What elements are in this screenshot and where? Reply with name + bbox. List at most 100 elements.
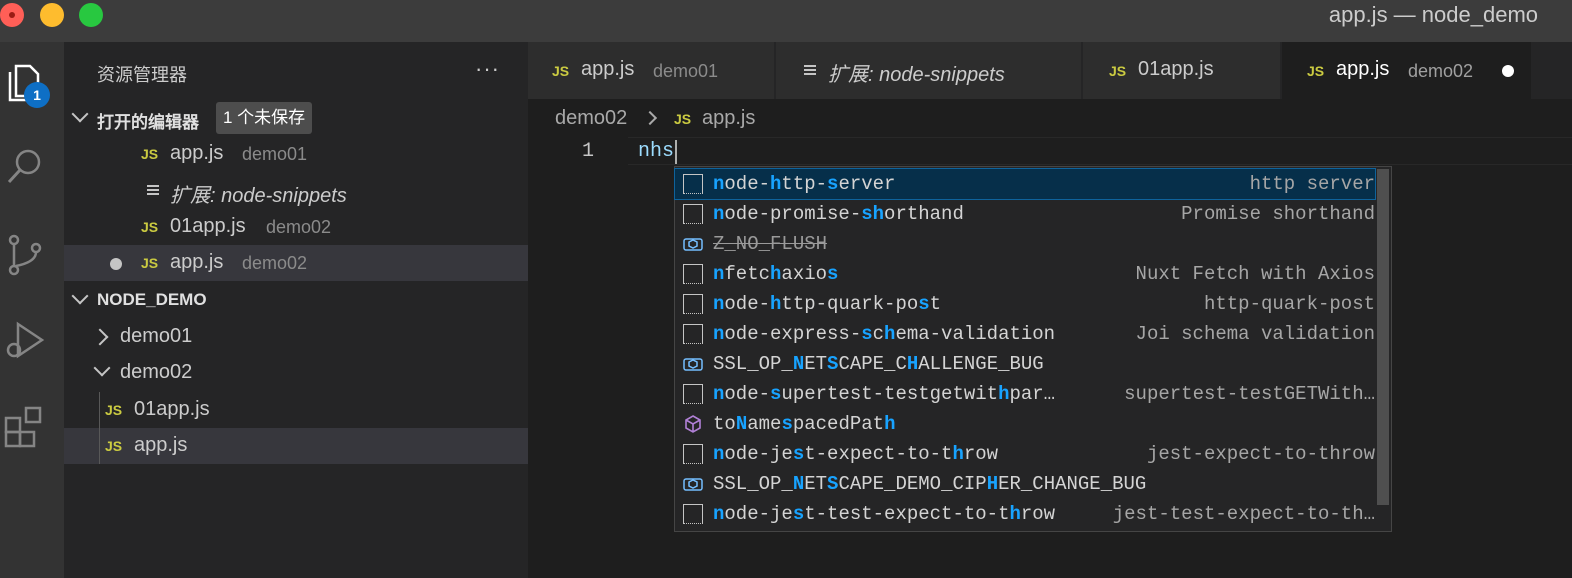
suggestion-label: node-supertest-testgetwithpar… [713, 383, 1056, 405]
snippet-icon [683, 264, 703, 284]
sidebar-title: 资源管理器 [97, 65, 187, 85]
extension-doc-icon [804, 65, 816, 77]
line-number: 1 [582, 140, 595, 163]
js-file-icon: JS [141, 146, 159, 162]
folder-item-demo01[interactable]: demo01 [64, 319, 528, 355]
chevron-down-icon [71, 105, 89, 123]
tab-label: 扩展: node-snippets [828, 64, 1005, 86]
file-folder: demo02 [242, 253, 308, 273]
suggestion-detail: jest-test-expect-to-th… [1112, 503, 1375, 525]
file-name: app.js [134, 434, 188, 456]
open-editor-item[interactable]: JS 01app.js demo02 [64, 209, 528, 245]
suggestion-item[interactable]: node-supertest-testgetwithpar… supertest-… [675, 379, 1375, 409]
breadcrumb-file[interactable]: app.js [702, 107, 755, 130]
snippet-icon [683, 384, 703, 404]
js-file-icon: JS [105, 438, 123, 454]
snippet-icon [683, 504, 703, 524]
chevron-right-icon [642, 110, 658, 126]
unsaved-dot-icon[interactable] [1502, 65, 1514, 77]
window-title: app.js — node_demo [1328, 2, 1538, 27]
title-bar: app.js — node_demo [0, 0, 1572, 42]
suggestion-item[interactable]: toNamespacedPath [675, 409, 1375, 439]
tab-app-demo01[interactable]: JS app.js demo01 [528, 42, 775, 99]
suggestion-item[interactable]: node-http-server http server [674, 168, 1376, 200]
suggestion-label: toNamespacedPath [713, 413, 896, 435]
tab-extension-node-snippets[interactable]: 扩展: node-snippets [776, 42, 1082, 99]
tab-01app[interactable]: JS 01app.js [1083, 42, 1281, 99]
file-folder: demo02 [266, 217, 332, 237]
tab-label: app.js [581, 58, 635, 80]
js-file-icon: JS [1109, 63, 1127, 79]
extension-doc-icon [147, 185, 159, 197]
suggestion-label: node-express-schema-validation [713, 323, 1056, 345]
suggestion-label: node-jest-expect-to-throw [713, 443, 999, 465]
suggestion-item[interactable]: SSL_OP_NETSCAPE_DEMO_CIPHER_CHANGE_BUG [675, 469, 1375, 499]
snippet-icon [683, 324, 703, 344]
chevron-down-icon [93, 359, 111, 377]
breadcrumb-folder[interactable]: demo02 [555, 107, 627, 130]
suggestion-item[interactable]: node-jest-test-expect-to-throw jest-test-… [675, 499, 1375, 529]
suggestion-detail: http-quark-post [1203, 293, 1375, 315]
js-file-icon: JS [552, 63, 570, 79]
suggestion-item[interactable]: node-promise-shorthand Promise shorthand [675, 199, 1375, 229]
open-editor-item[interactable]: JS app.js demo02 [64, 245, 528, 281]
constant-icon [683, 234, 703, 254]
maximize-window-button[interactable] [79, 3, 103, 27]
folder-name: demo02 [120, 361, 193, 383]
unsaved-dot-icon[interactable] [110, 258, 122, 270]
suggestion-label: node-promise-shorthand [713, 203, 964, 225]
tab-label: 01app.js [1138, 58, 1214, 80]
file-folder: demo01 [242, 144, 308, 164]
run-debug-icon[interactable] [4, 318, 48, 364]
indent-guide [99, 392, 100, 464]
explorer-sidebar: 资源管理器 ··· 打开的编辑器 1 个未保存 JS app.js demo01… [64, 42, 528, 578]
suggestion-detail: jest-expect-to-throw [1146, 443, 1375, 465]
suggestion-detail: Promise shorthand [1181, 203, 1375, 225]
minimize-window-button[interactable] [40, 3, 64, 27]
chevron-down-icon [71, 287, 89, 305]
unsaved-badge: 1 个未保存 [216, 102, 313, 134]
tab-app-demo02[interactable]: JS app.js demo02 [1282, 42, 1532, 99]
method-icon [683, 414, 703, 434]
suggestion-item[interactable]: node-jest-expect-to-throw jest-expect-to-… [675, 439, 1375, 469]
suggestion-scrollbar[interactable] [1377, 169, 1389, 505]
snippet-icon [683, 174, 703, 194]
suggestion-detail: supertest-testGETWith… [1124, 383, 1375, 405]
snippet-icon [683, 204, 703, 224]
tab-label: app.js [1336, 58, 1390, 80]
open-editor-item[interactable]: 扩展: node-snippets [64, 173, 528, 209]
suggestion-detail: http server [1249, 173, 1375, 195]
extensions-icon[interactable] [4, 404, 48, 450]
search-icon[interactable] [4, 144, 48, 190]
tab-description: demo02 [1408, 61, 1474, 81]
suggestion-label: node-jest-test-expect-to-throw [713, 503, 1056, 525]
open-editors-title: 打开的编辑器 [97, 113, 199, 132]
suggestion-item[interactable]: SSL_OP_NETSCAPE_CHALLENGE_BUG [675, 349, 1375, 379]
file-name: app.js [170, 251, 224, 273]
suggestion-label: SSL_OP_NETSCAPE_DEMO_CIPHER_CHANGE_BUG [713, 473, 1147, 495]
open-editors-section[interactable]: 打开的编辑器 1 个未保存 [64, 100, 528, 136]
chevron-right-icon [91, 328, 109, 346]
file-item[interactable]: JS 01app.js [64, 392, 528, 428]
source-control-icon[interactable] [4, 232, 48, 278]
js-file-icon: JS [674, 111, 692, 127]
suggestion-item[interactable]: Z_NO_FLUSH [675, 229, 1375, 259]
project-section[interactable]: NODE_DEMO [64, 282, 528, 318]
code-line[interactable]: nhs [638, 140, 674, 163]
file-name: 01app.js [134, 398, 210, 420]
folder-item-demo02[interactable]: demo02 [64, 355, 528, 391]
close-window-button[interactable] [0, 3, 24, 27]
constant-icon [683, 474, 703, 494]
file-item[interactable]: JS app.js [64, 428, 528, 464]
breadcrumb: demo02 JS app.js [528, 99, 1572, 137]
open-editor-item[interactable]: JS app.js demo01 [64, 136, 528, 172]
file-name: 01app.js [170, 215, 246, 237]
more-actions-icon[interactable]: ··· [475, 56, 500, 82]
suggestion-item[interactable]: node-express-schema-validation Joi schema… [675, 319, 1375, 349]
snippet-icon [683, 294, 703, 314]
suggestion-item[interactable]: node-http-quark-post http-quark-post [675, 289, 1375, 319]
js-file-icon: JS [141, 219, 159, 235]
suggestion-item[interactable]: nfetchaxios Nuxt Fetch with Axios [675, 259, 1375, 289]
activity-bar: 1 [0, 42, 64, 578]
suggestion-label: nfetchaxios [713, 263, 839, 285]
